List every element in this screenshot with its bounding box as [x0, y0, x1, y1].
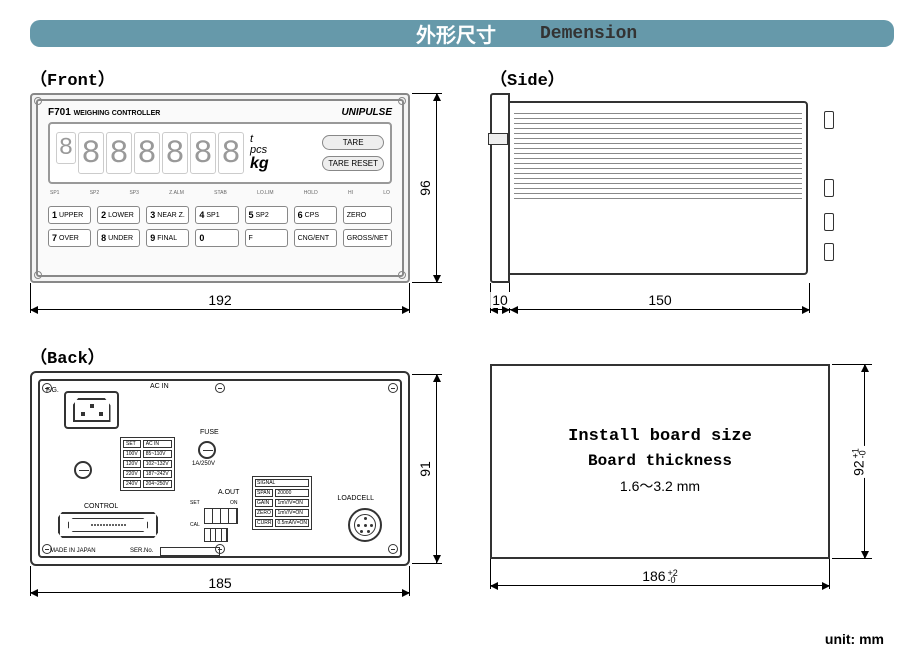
- control-connector: [58, 512, 158, 538]
- dim-front-height: 96: [436, 93, 437, 283]
- digit: 8: [190, 132, 216, 174]
- brand-label: UNIPULSE: [341, 107, 392, 118]
- digit: 8: [134, 132, 160, 174]
- unit-note: unit: mm: [30, 631, 894, 647]
- key-7-over[interactable]: 7OVER: [48, 229, 91, 247]
- key-1-upper[interactable]: 1UPPER: [48, 206, 91, 224]
- side-label: （Side）: [490, 65, 890, 91]
- control-label: CONTROL: [84, 503, 118, 510]
- dim-side-depth: 150: [510, 309, 810, 310]
- install-thickness-value: 1.6～3.2 mm: [620, 476, 700, 496]
- key-zero[interactable]: ZERO: [343, 206, 392, 224]
- ground-terminal: [74, 461, 92, 479]
- dim-front-width: 192: [30, 309, 410, 310]
- front-panel: F701 WEIGHING CONTROLLER UNIPULSE 8 8 8 …: [30, 93, 410, 283]
- cal-label: CAL: [190, 522, 200, 528]
- ac-inlet: [64, 391, 119, 429]
- dim-back-width: 185: [30, 592, 410, 593]
- model-label: F701: [48, 107, 71, 118]
- install-title: Install board size: [568, 427, 752, 446]
- key-6-cps[interactable]: 6CPS: [294, 206, 337, 224]
- digit: 8: [218, 132, 244, 174]
- on-label: ON: [230, 500, 238, 506]
- back-label: （Back）: [30, 343, 460, 369]
- key-cng-ent[interactable]: CNG/ENT: [294, 229, 337, 247]
- unit-indicators: t pcs kg: [250, 134, 269, 172]
- side-panel: [490, 93, 830, 283]
- install-thickness-label: Board thickness: [588, 452, 732, 470]
- digit: 8: [162, 132, 188, 174]
- key-gross-net[interactable]: GROSS/NET: [343, 229, 392, 247]
- key-4-sp1[interactable]: 4SP1: [195, 206, 238, 224]
- key-5-sp2[interactable]: 5SP2: [245, 206, 288, 224]
- dim-side-flange: 10: [490, 309, 510, 310]
- fuse-holder: [198, 441, 216, 459]
- header-en: Demension: [540, 24, 637, 44]
- dim-back-height: 91: [436, 374, 437, 563]
- key-3-nearz[interactable]: 3NEAR Z.: [146, 206, 189, 224]
- key-0[interactable]: 0: [195, 229, 238, 247]
- set-label: SET: [190, 500, 200, 506]
- tare-button[interactable]: TARE: [322, 135, 384, 150]
- aout-label: A.OUT: [218, 489, 239, 496]
- ser-label: SER.No.: [130, 548, 153, 554]
- front-label: （Front）: [30, 65, 460, 91]
- key-8-under[interactable]: 8UNDER: [97, 229, 140, 247]
- back-panel: F.G. AC IN FUSE 1A/250V: [30, 371, 410, 566]
- install-spacer: [490, 343, 890, 362]
- key-f[interactable]: F: [245, 229, 288, 247]
- made-label: MADE IN JAPAN: [50, 548, 96, 554]
- dim-install-width: 186+2-0: [490, 585, 830, 586]
- ser-field: [160, 547, 220, 556]
- digit: 8: [56, 132, 76, 164]
- section-header: 外形尺寸 Demension: [30, 20, 894, 47]
- tare-reset-button[interactable]: TARE RESET: [322, 156, 384, 171]
- ac-in-label: AC IN: [150, 383, 169, 390]
- fg-label: F.G.: [46, 387, 59, 394]
- dip-switch: [204, 528, 228, 542]
- digit: 8: [106, 132, 132, 174]
- header-cn: 外形尺寸: [416, 19, 496, 48]
- subtitle: WEIGHING CONTROLLER: [74, 110, 161, 117]
- signal-table: SIGNAL SPAN20000 GAIN1mV/V=ON ZERO1mV/V=…: [252, 476, 312, 530]
- fuse-rating: 1A/250V: [192, 461, 215, 467]
- dim-install-height: 92+1-0: [864, 364, 865, 559]
- aout-terminals: [204, 508, 238, 524]
- loadcell-connector: [348, 508, 382, 542]
- indicator-row: SP1SP2 SP3Z.ALM STABLO.LIM HOLDHI LO: [48, 190, 392, 198]
- loadcell-label: LOADCELL: [337, 495, 374, 502]
- digit: 8: [78, 132, 104, 174]
- lcd-display: 8 8 8 8 8 8 8 t pcs kg: [48, 122, 392, 184]
- key-2-lower[interactable]: 2LOWER: [97, 206, 140, 224]
- fuse-label: FUSE: [200, 429, 219, 436]
- key-9-final[interactable]: 9FINAL: [146, 229, 189, 247]
- install-board: Install board size Board thickness 1.6～3…: [490, 364, 830, 559]
- voltage-table: SETAC IN 100V85~110V 120V102~132V 220V18…: [120, 437, 175, 491]
